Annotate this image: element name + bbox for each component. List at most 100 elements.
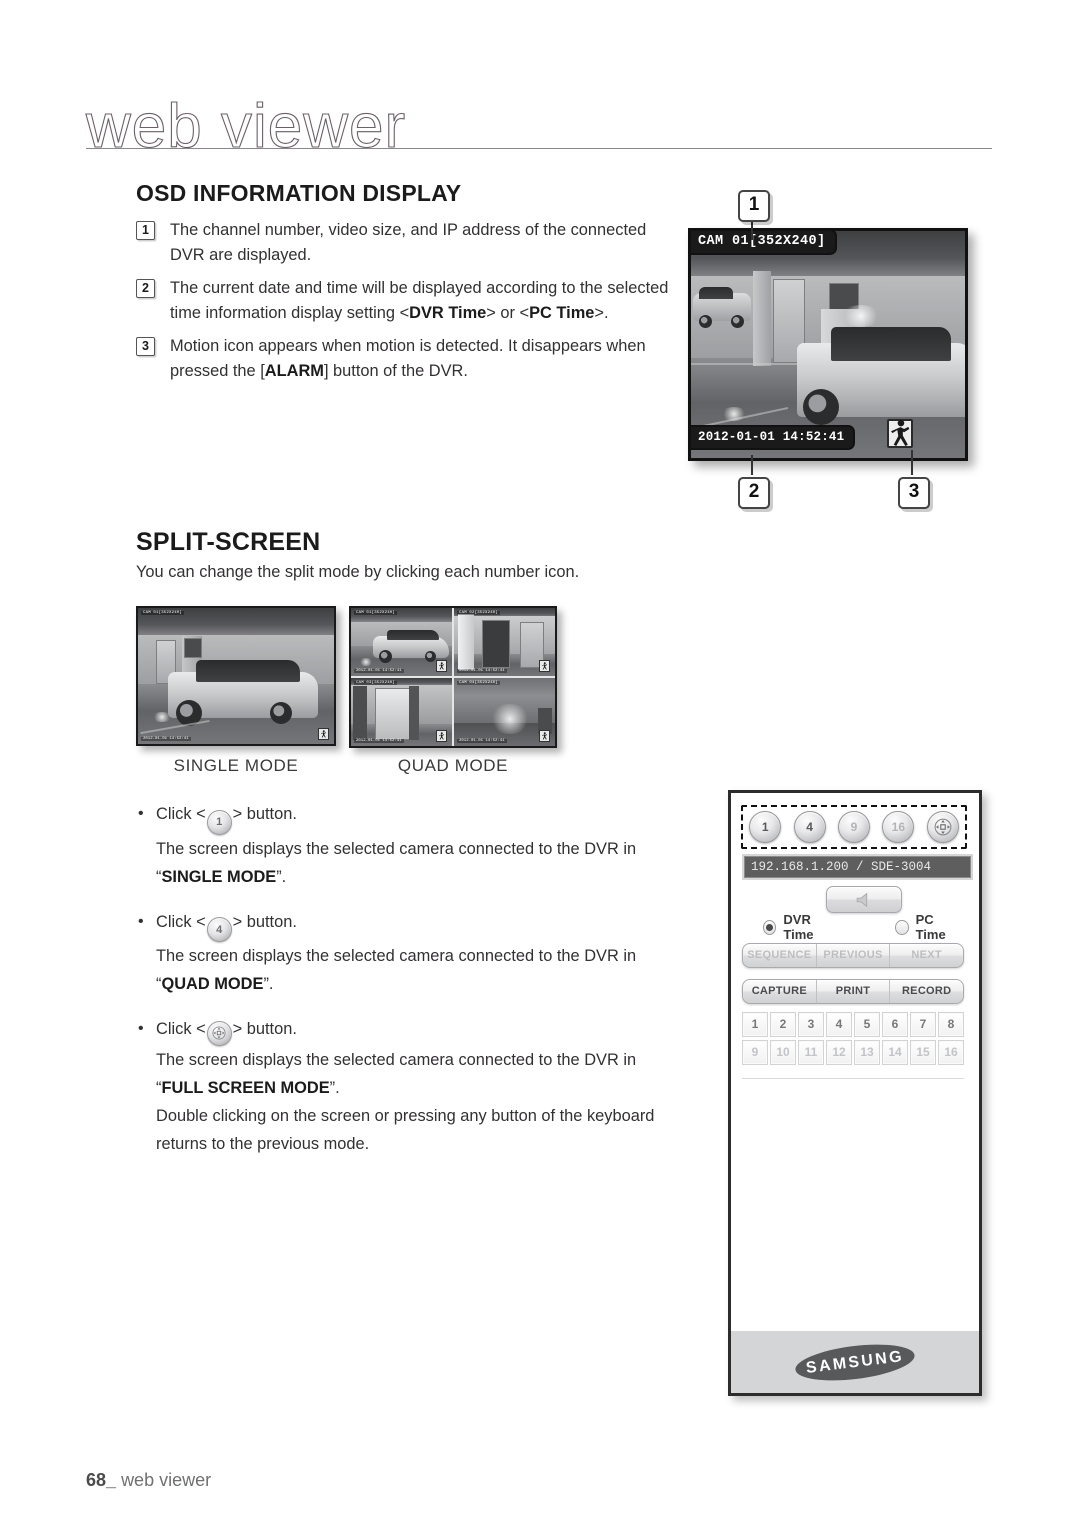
capture-button[interactable]: CAPTURE [743, 980, 817, 1003]
bullet-extra-line-1: Double clicking on the screen or pressin… [156, 1106, 655, 1125]
list-item-text-mid: > or < [486, 304, 530, 322]
channel-button-10[interactable]: 10 [770, 1040, 796, 1065]
light-glare [841, 305, 881, 327]
quad-osd-camera-label: CAM 04[352X240] [457, 681, 501, 685]
quad-grid: CAM 01[352X240] 2012-01-01 14:52:41 CAM … [351, 608, 555, 746]
channel-button-16[interactable]: 16 [938, 1040, 964, 1065]
item-number-badge: 2 [136, 279, 155, 298]
bullet-click-line: Click < > button. [136, 1015, 696, 1046]
radio-label: DVR Time [783, 912, 814, 942]
background-car-wheel [731, 315, 744, 328]
radio-label: PC Time [915, 912, 946, 942]
channel-button-9[interactable]: 9 [742, 1040, 768, 1065]
split-16-button[interactable]: 16 [882, 811, 915, 843]
section-heading-osd: OSD INFORMATION DISPLAY [136, 180, 462, 206]
header-divider [86, 148, 992, 149]
quad-mode-icon[interactable]: 4 [206, 917, 232, 942]
cctv-frame: CAM 01[352X240] 2012-01-01 14:52:41 [688, 228, 968, 461]
split-4-button[interactable]: 4 [793, 811, 826, 843]
channel-row-2: 9 10 11 12 13 14 15 16 [742, 1040, 964, 1065]
walking-person-icon [436, 660, 447, 672]
bright-exit [490, 704, 530, 734]
bullet-block-fullscreen: Click < > button. The screen displays th… [136, 1015, 696, 1158]
walking-person-icon [318, 728, 329, 740]
cctv-screenshot-figure: CAM 01[352X240] 2012-01-01 14:52:41 [688, 228, 968, 461]
radio-pc-time[interactable]: PC Time [895, 912, 961, 942]
list-item-text-mid: ] button of the DVR. [323, 362, 468, 380]
bullet-click-line: Click <1> button. [136, 800, 696, 835]
pillar [458, 614, 474, 670]
channel-button-1[interactable]: 1 [742, 1012, 768, 1037]
bullet-mode-line: “QUAD MODE”. [136, 970, 696, 998]
thumbnail-frame: CAM 01[352X240] 2012-01-01 14:52:41 [136, 606, 336, 746]
full-screen-mode-icon[interactable] [206, 1020, 232, 1046]
navigation-button-strip: SEQUENCE PREVIOUS NEXT [742, 943, 964, 968]
bullet-description: The screen displays the selected camera … [156, 1050, 637, 1069]
channel-button-grid: 1 2 3 4 5 6 7 8 9 10 11 12 13 14 15 16 [742, 1012, 964, 1068]
previous-button[interactable]: PREVIOUS [817, 944, 891, 967]
channel-button-11[interactable]: 11 [798, 1040, 824, 1065]
split-9-button[interactable]: 9 [837, 811, 870, 843]
web-viewer-control-panel: 1 4 9 16 192.168.1.200 / SDE-3004 DVR Ti… [728, 790, 982, 1396]
channel-button-15[interactable]: 15 [910, 1040, 936, 1065]
walking-person-icon [436, 730, 447, 742]
item-number-badge: 3 [136, 337, 155, 356]
channel-button-4[interactable]: 4 [826, 1012, 852, 1037]
print-button[interactable]: PRINT [817, 980, 891, 1003]
pillar [753, 271, 771, 366]
click-prefix-text: Click < [156, 1020, 206, 1038]
osd-timestamp: 2012-01-01 14:52:41 [691, 425, 856, 450]
channel-button-14[interactable]: 14 [882, 1040, 908, 1065]
full-screen-button[interactable] [926, 811, 959, 843]
single-mode-icon[interactable]: 1 [206, 809, 232, 835]
channel-button-8[interactable]: 8 [938, 1012, 964, 1037]
quad-cell-3: CAM 03[352X240] 2012-01-01 14:52:41 [351, 678, 452, 746]
doorway [482, 620, 510, 668]
background-car-glass [699, 287, 733, 299]
quad-osd-timestamp: 2012-01-01 14:52:41 [354, 739, 404, 743]
sequence-button[interactable]: SEQUENCE [743, 944, 817, 967]
samsung-logo: SAMSUNG [793, 1338, 917, 1386]
split-screen-intro-text: You can change the split mode by clickin… [136, 563, 580, 581]
item-number-badge: 1 [136, 221, 155, 240]
quad-osd-timestamp: 2012-01-01 14:52:41 [354, 669, 404, 673]
floor-reflection [721, 407, 747, 421]
garage-scene [691, 231, 965, 458]
thumbnail-label-single: SINGLE MODE [173, 756, 299, 775]
quote-close: ”. [329, 1078, 340, 1097]
record-button[interactable]: RECORD [890, 980, 963, 1003]
callout-badge-2: 2 [738, 477, 770, 509]
channel-button-2[interactable]: 2 [770, 1012, 796, 1037]
bullet-description: The screen displays the selected camera … [156, 947, 637, 965]
channel-button-13[interactable]: 13 [854, 1040, 880, 1065]
garage-scene-single: CAM 01[352X240] 2012-01-01 14:52:41 [138, 608, 334, 744]
thumbnail-frame: CAM 01[352X240] 2012-01-01 14:52:41 CAM … [349, 606, 557, 748]
list-item-text: The channel number, video size, and IP a… [170, 221, 647, 264]
mode-name: SINGLE MODE [161, 867, 277, 886]
next-button[interactable]: NEXT [890, 944, 963, 967]
channel-button-3[interactable]: 3 [798, 1012, 824, 1037]
channel-button-5[interactable]: 5 [854, 1012, 880, 1037]
door-frame [409, 686, 419, 740]
callout-line-3 [911, 450, 913, 475]
quote-close: ”. [263, 975, 274, 993]
click-suffix-text: > button. [232, 805, 297, 823]
foreground-car-wheel [270, 702, 292, 724]
emphasis-pc-time: PC Time [529, 304, 595, 322]
quad-cell-1: CAM 01[352X240] 2012-01-01 14:52:41 [351, 608, 452, 676]
quad-osd-timestamp: 2012-01-01 14:52:41 [457, 739, 507, 743]
speaker-icon[interactable] [826, 886, 902, 913]
thumb-osd-timestamp: 2012-01-01 14:52:41 [141, 737, 191, 741]
split-1-button[interactable]: 1 [749, 811, 782, 843]
radio-dvr-time[interactable]: DVR Time [763, 912, 837, 942]
page-number-underscore: _ [106, 1470, 117, 1490]
channel-button-7[interactable]: 7 [910, 1012, 936, 1037]
dvr-address-field[interactable]: 192.168.1.200 / SDE-3004 [742, 854, 973, 880]
floor-reflection [359, 658, 373, 666]
list-item-text-after: >. [594, 304, 609, 322]
bullet-block-single: Click <1> button. The screen displays th… [136, 800, 696, 891]
channel-button-12[interactable]: 12 [826, 1040, 852, 1065]
channel-button-6[interactable]: 6 [882, 1012, 908, 1037]
page-header: web viewer [0, 0, 1080, 170]
click-prefix-text: Click < [156, 805, 206, 823]
